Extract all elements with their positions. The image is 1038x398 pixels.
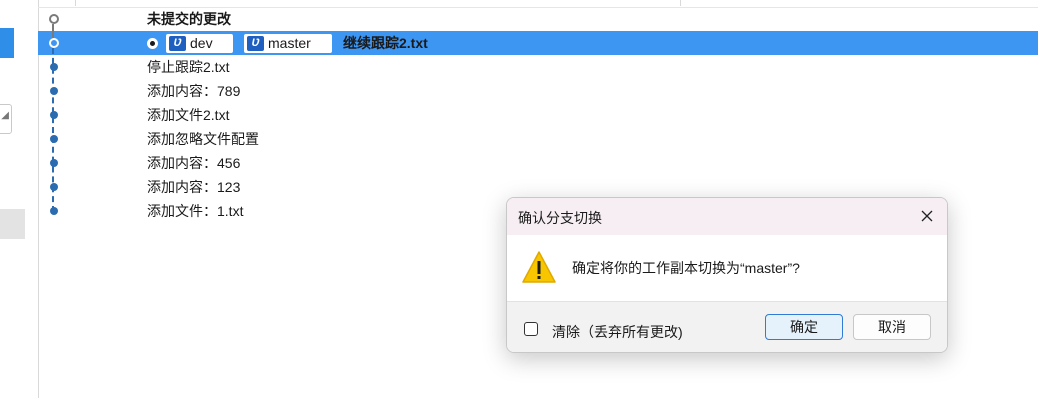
commit-message: 添加忽略文件配置 <box>147 131 259 147</box>
commit-message: 继续跟踪2.txt <box>343 35 428 51</box>
commit-message: 添加内容：789 <box>147 83 241 99</box>
graph-node <box>50 183 58 191</box>
commit-message: 添加文件：1.txt <box>147 203 244 219</box>
graph-node <box>50 111 58 119</box>
commit-message: 添加内容：123 <box>147 179 241 195</box>
header-divider[interactable] <box>75 0 76 6</box>
sidebar-search-box[interactable]: ◢ <box>0 104 12 134</box>
commit-row-uncommitted[interactable]: 未提交的更改 <box>38 7 1038 31</box>
sidebar-highlight-item[interactable] <box>0 209 25 239</box>
dialog-titlebar[interactable]: 确认分支切换 <box>507 198 947 235</box>
branch-icon: Ʋ <box>169 36 186 51</box>
warning-icon <box>522 251 556 283</box>
discard-changes-label[interactable]: 清除（丢弃所有更改) <box>552 322 683 342</box>
commit-row[interactable]: 添加内容：456 <box>38 151 1038 175</box>
commit-message: 添加内容：456 <box>147 155 241 171</box>
branch-icon: Ʋ <box>247 36 264 51</box>
graph-node <box>50 87 58 95</box>
branch-ref-label: dev <box>190 35 213 51</box>
close-icon <box>921 210 933 222</box>
commit-message: 停止跟踪2.txt <box>147 59 230 75</box>
commit-row[interactable]: 添加文件2.txt <box>38 103 1038 127</box>
graph-node <box>50 159 58 167</box>
commit-message: 未提交的更改 <box>147 11 231 27</box>
confirm-branch-switch-dialog: 确认分支切换 确定将你的工作副本切换为“master”? 清除（丢弃所有更改) … <box>506 197 948 353</box>
commit-row[interactable]: 添加忽略文件配置 <box>38 127 1038 151</box>
sidebar-selected-item[interactable] <box>0 28 14 58</box>
ok-button[interactable]: 确定 <box>765 314 843 340</box>
branch-ref-master[interactable]: Ʋ master <box>244 34 332 53</box>
dialog-message: 确定将你的工作副本切换为“master”? <box>572 260 800 276</box>
cancel-button[interactable]: 取消 <box>853 314 931 340</box>
graph-node <box>50 207 58 215</box>
commit-row[interactable]: 添加内容：123 <box>38 175 1038 199</box>
discard-changes-checkbox[interactable] <box>524 322 538 336</box>
commit-row[interactable]: 停止跟踪2.txt <box>38 55 1038 79</box>
branch-ref-label: master <box>268 35 311 51</box>
left-sidebar-edge: ◢ <box>0 0 39 398</box>
graph-node <box>50 135 58 143</box>
header-divider[interactable] <box>680 0 681 6</box>
head-indicator-icon <box>147 38 158 49</box>
graph-node <box>50 63 58 71</box>
commit-row[interactable]: 添加内容：789 <box>38 79 1038 103</box>
sidebar-search-hint-icon: ◢ <box>1 110 9 121</box>
commit-message: 添加文件2.txt <box>147 107 230 123</box>
branch-ref-dev[interactable]: Ʋ dev <box>166 34 233 53</box>
close-button[interactable] <box>913 203 941 229</box>
graph-node-head <box>49 38 59 48</box>
dialog-title: 确认分支切换 <box>518 210 602 226</box>
graph-node-uncommitted <box>49 14 59 24</box>
dialog-footer: 清除（丢弃所有更改) 确定 取消 <box>507 301 947 352</box>
